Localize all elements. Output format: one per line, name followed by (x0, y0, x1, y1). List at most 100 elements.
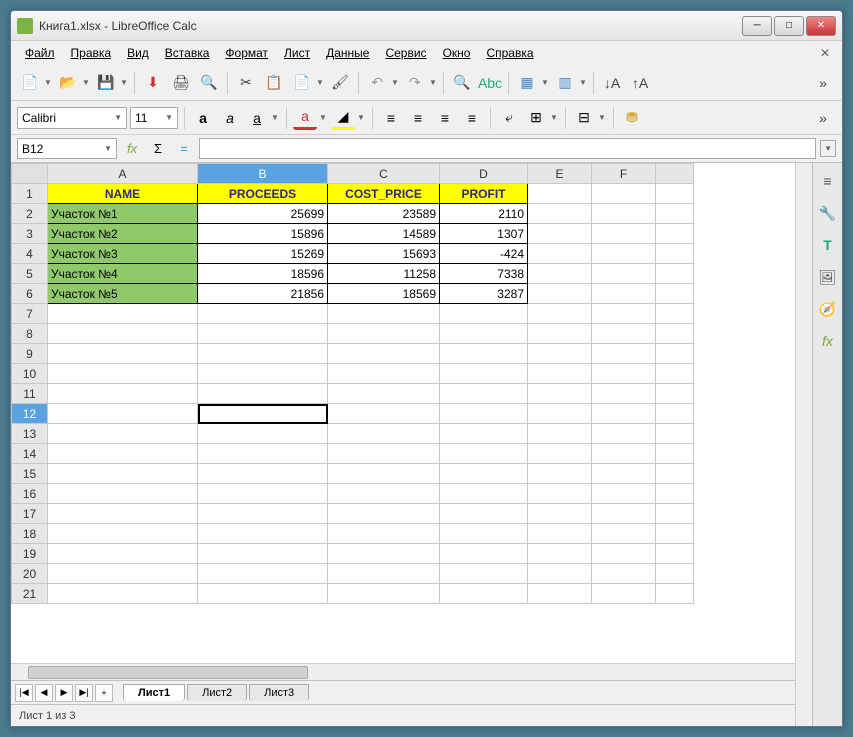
cell[interactable] (328, 524, 440, 544)
cell[interactable] (528, 384, 592, 404)
cell[interactable] (656, 224, 694, 244)
row-header[interactable]: 21 (12, 584, 48, 604)
cell[interactable] (198, 384, 328, 404)
cell[interactable]: 15693 (328, 244, 440, 264)
cell[interactable]: NAME (48, 184, 198, 204)
cell[interactable] (592, 364, 656, 384)
cell[interactable] (656, 284, 694, 304)
formula-input[interactable] (199, 138, 816, 159)
column-header[interactable]: D (440, 164, 528, 184)
cell[interactable] (528, 364, 592, 384)
sheet-tab[interactable]: Лист3 (249, 684, 309, 701)
align-center-icon[interactable]: ≡ (406, 106, 430, 130)
cell[interactable] (440, 564, 528, 584)
cell[interactable]: Участок №2 (48, 224, 198, 244)
cell[interactable] (328, 484, 440, 504)
column-header[interactable]: C (328, 164, 440, 184)
menu-sheet[interactable]: Лист (278, 44, 316, 62)
cell[interactable] (198, 344, 328, 364)
row-header[interactable]: 8 (12, 324, 48, 344)
cell[interactable] (656, 404, 694, 424)
cell[interactable] (656, 364, 694, 384)
export-pdf-icon[interactable]: ⬇ (140, 70, 166, 96)
column-header[interactable]: F (592, 164, 656, 184)
cell[interactable] (440, 504, 528, 524)
row-header[interactable]: 1 (12, 184, 48, 204)
cell[interactable] (592, 424, 656, 444)
cell[interactable] (198, 404, 328, 424)
cell[interactable] (198, 464, 328, 484)
cell[interactable] (440, 324, 528, 344)
cell[interactable] (528, 224, 592, 244)
row-header[interactable]: 3 (12, 224, 48, 244)
cell[interactable] (528, 524, 592, 544)
titlebar[interactable]: Книга1.xlsx - LibreOffice Calc ─ □ ✕ (11, 11, 842, 41)
chevron-down-icon[interactable]: ▼ (165, 113, 173, 122)
row-dropdown[interactable]: ▼ (540, 78, 550, 87)
cell[interactable] (48, 384, 198, 404)
cell[interactable]: 18569 (328, 284, 440, 304)
fontcolor-dropdown[interactable]: ▼ (318, 113, 328, 122)
formula-dropdown-icon[interactable]: ▼ (820, 140, 836, 157)
more2-icon[interactable]: » (810, 105, 836, 131)
cell[interactable] (328, 424, 440, 444)
cell[interactable]: 14589 (328, 224, 440, 244)
cell[interactable]: 11258 (328, 264, 440, 284)
cell[interactable]: COST_PRICE (328, 184, 440, 204)
cell[interactable] (592, 584, 656, 604)
cell[interactable] (328, 364, 440, 384)
cell[interactable] (198, 584, 328, 604)
cell[interactable] (440, 464, 528, 484)
cell[interactable] (198, 564, 328, 584)
functions-icon[interactable]: fx (818, 331, 838, 351)
maximize-button[interactable]: □ (774, 16, 804, 36)
cell[interactable] (592, 304, 656, 324)
row-header[interactable]: 16 (12, 484, 48, 504)
cell[interactable] (440, 524, 528, 544)
cell[interactable] (656, 264, 694, 284)
align-justify-icon[interactable]: ≡ (460, 106, 484, 130)
cell[interactable] (656, 204, 694, 224)
chevron-down-icon[interactable]: ▼ (104, 144, 112, 153)
cell[interactable]: 15269 (198, 244, 328, 264)
open-dropdown[interactable]: ▼ (81, 78, 91, 87)
cell[interactable]: 21856 (198, 284, 328, 304)
cell[interactable] (592, 204, 656, 224)
horizontal-scrollbar[interactable] (11, 663, 795, 680)
column-header[interactable]: B (198, 164, 328, 184)
cell[interactable] (48, 524, 198, 544)
cell[interactable] (48, 564, 198, 584)
cell[interactable] (198, 544, 328, 564)
cell[interactable] (592, 544, 656, 564)
cell[interactable] (198, 524, 328, 544)
first-sheet-icon[interactable]: |◀ (15, 684, 33, 702)
cell[interactable] (528, 484, 592, 504)
cell[interactable] (528, 504, 592, 524)
cell[interactable] (656, 184, 694, 204)
menu-file[interactable]: Файл (19, 44, 61, 62)
font-color-icon[interactable]: a (293, 106, 317, 130)
cell[interactable] (528, 584, 592, 604)
cell[interactable] (440, 544, 528, 564)
row-header[interactable]: 4 (12, 244, 48, 264)
scroll-thumb[interactable] (28, 666, 308, 679)
menu-insert[interactable]: Вставка (159, 44, 216, 62)
cell[interactable] (328, 564, 440, 584)
sidebar-toggle-icon[interactable]: ≡ (818, 171, 838, 191)
cell[interactable] (528, 344, 592, 364)
cell[interactable]: 18596 (198, 264, 328, 284)
row-header[interactable]: 20 (12, 564, 48, 584)
bold-icon[interactable]: a (191, 106, 215, 130)
cell[interactable] (528, 444, 592, 464)
cell[interactable] (198, 364, 328, 384)
minimize-button[interactable]: ─ (742, 16, 772, 36)
cell[interactable] (656, 584, 694, 604)
cell[interactable]: Участок №4 (48, 264, 198, 284)
cell[interactable] (592, 524, 656, 544)
menu-data[interactable]: Данные (320, 44, 375, 62)
function-wizard-icon[interactable]: fx (121, 138, 143, 160)
menu-edit[interactable]: Правка (65, 44, 118, 62)
cell[interactable] (656, 544, 694, 564)
cell[interactable] (440, 404, 528, 424)
currency-icon[interactable]: ⛃ (620, 106, 644, 130)
